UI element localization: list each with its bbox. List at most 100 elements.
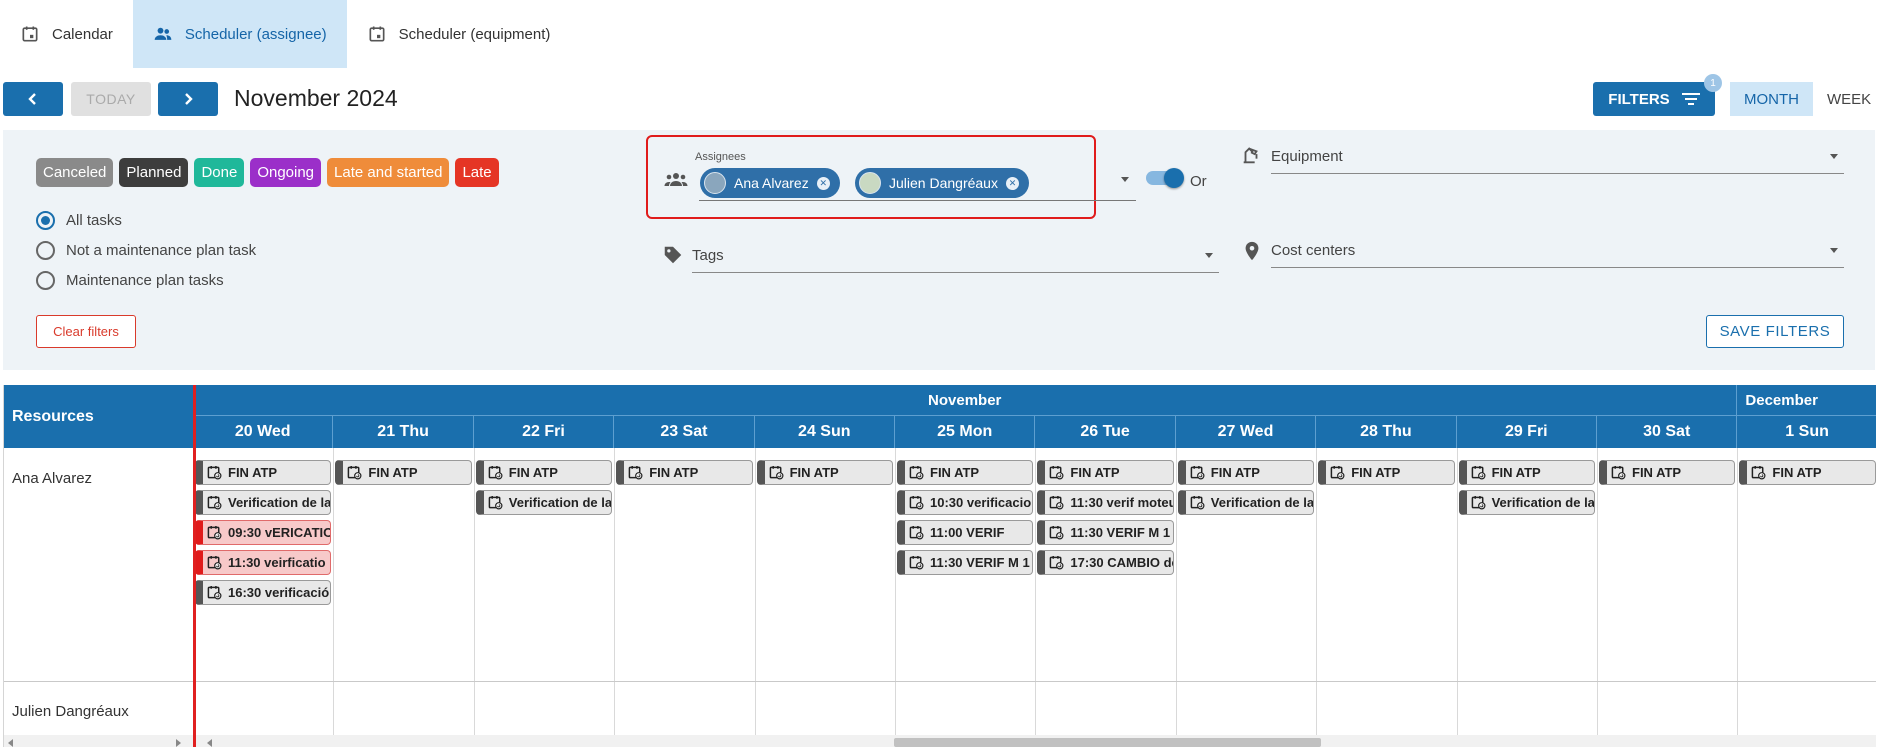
task-event-label: FIN ATP (930, 465, 980, 480)
assignee-chip-label: Julien Dangréaux (889, 175, 998, 191)
day-header: 24 Sun (754, 415, 895, 448)
task-event[interactable]: 16:30 verificación (195, 580, 332, 605)
cost-centers-select[interactable]: Cost centers (1271, 238, 1844, 268)
task-event[interactable]: 11:30 VERIF M 1 (1037, 520, 1174, 545)
task-event[interactable]: Verification de la p (475, 490, 613, 515)
task-event[interactable]: 17:30 CAMBIO de (1037, 550, 1174, 575)
task-event[interactable]: 11:30 verif moteur (1037, 490, 1174, 515)
today-button[interactable]: TODAY (71, 82, 151, 116)
task-event[interactable]: FIN ATP (1739, 460, 1876, 485)
task-event[interactable]: Verification de la p (195, 490, 332, 515)
equipment-dropdown-caret-icon[interactable] (1830, 154, 1838, 159)
remove-chip-icon[interactable]: ✕ (1005, 176, 1019, 190)
status-chip-ongoing[interactable]: Ongoing (250, 158, 322, 187)
task-event[interactable]: FIN ATP (756, 460, 893, 485)
filters-button[interactable]: FILTERS (1593, 82, 1715, 116)
radio-label: Maintenance plan tasks (66, 271, 224, 289)
remove-chip-icon[interactable]: ✕ (816, 176, 830, 190)
recurring-task-icon (1611, 465, 1626, 480)
status-filter-chips: Canceled Planned Done Ongoing Late and s… (36, 158, 499, 187)
next-button[interactable] (158, 82, 218, 116)
task-event[interactable]: 09:30 vERICATIO (195, 520, 332, 545)
assignee-chip-julien[interactable]: Julien Dangréaux ✕ (855, 168, 1029, 198)
tab-scheduler-assignee[interactable]: Scheduler (assignee) (132, 0, 347, 68)
radio-button[interactable] (36, 240, 55, 260)
filter-icon (1681, 93, 1700, 105)
clear-filters-button[interactable]: Clear filters (36, 315, 136, 348)
month-view-button[interactable]: MONTH (1730, 82, 1813, 116)
chevron-left-icon (28, 93, 36, 105)
day-column-divider (1175, 448, 1177, 738)
recurring-task-icon (628, 465, 643, 480)
scroll-left-arrow-icon[interactable] (8, 739, 13, 747)
task-event[interactable]: FIN ATP (1318, 460, 1455, 485)
filters-label: FILTERS (1608, 90, 1670, 108)
day-header: 29 Fri (1456, 415, 1597, 448)
recurring-task-icon (1190, 465, 1205, 480)
resource-row-divider (4, 681, 1876, 682)
week-view-button[interactable]: WEEK (1813, 82, 1880, 116)
assignees-dropdown-caret-icon[interactable] (1121, 177, 1129, 182)
scroll-right-arrow-icon[interactable] (176, 739, 181, 747)
status-chip-late-and-started[interactable]: Late and started (327, 158, 450, 187)
prev-button[interactable] (3, 82, 63, 116)
status-chip-canceled[interactable]: Canceled (36, 158, 114, 187)
task-event[interactable]: FIN ATP (1599, 460, 1736, 485)
status-chip-done[interactable]: Done (194, 158, 245, 187)
radio-not-maintenance-plan[interactable]: Not a maintenance plan task (36, 235, 256, 265)
people-icon (154, 27, 172, 40)
assignee-chip-ana[interactable]: Ana Alvarez ✕ (700, 168, 840, 198)
status-chip-late[interactable]: Late (455, 158, 499, 187)
horizontal-scrollbar[interactable] (4, 735, 1876, 747)
task-event[interactable]: Verification de la p (1177, 490, 1315, 515)
calendar-icon (22, 26, 38, 42)
recurring-task-icon (1752, 465, 1766, 480)
task-event[interactable]: FIN ATP (1177, 460, 1315, 485)
radio-maintenance-plan[interactable]: Maintenance plan tasks (36, 265, 256, 295)
status-chip-planned[interactable]: Planned (119, 158, 189, 187)
day-column-divider (1597, 448, 1598, 738)
task-event[interactable]: 11:00 VERIF (897, 520, 1034, 545)
task-event-label: FIN ATP (1491, 465, 1541, 480)
cost-centers-dropdown-caret-icon[interactable] (1830, 248, 1838, 253)
scroll-left-arrow-icon[interactable] (207, 739, 212, 747)
task-event[interactable]: FIN ATP (335, 460, 472, 485)
save-filters-button[interactable]: SAVE FILTERS (1706, 315, 1844, 348)
task-event[interactable]: FIN ATP (1037, 460, 1174, 485)
task-event[interactable]: Verification de la p (1458, 490, 1595, 515)
day-header: 27 Wed (1175, 415, 1317, 448)
task-event[interactable]: FIN ATP (616, 460, 753, 485)
month-header-november: November (193, 385, 1738, 415)
task-event[interactable]: FIN ATP (195, 460, 332, 485)
tab-scheduler-equipment[interactable]: Scheduler (equipment) (347, 0, 571, 68)
tags-select[interactable]: Tags (692, 243, 1219, 273)
radio-label: All tasks (66, 211, 122, 229)
toolbar: TODAY November 2024 FILTERS 1 MONTH WEEK (0, 74, 1880, 118)
recurring-task-icon (207, 525, 222, 540)
task-event[interactable]: FIN ATP (1458, 460, 1595, 485)
scrollbar-thumb[interactable] (894, 738, 1321, 747)
task-event[interactable]: FIN ATP (475, 460, 613, 485)
task-event[interactable]: FIN ATP (897, 460, 1034, 485)
equipment-select[interactable]: Equipment (1271, 144, 1844, 174)
task-event[interactable]: 11:30 VERIF M 1 (897, 550, 1034, 575)
assignee-chip-label: Ana Alvarez (734, 175, 809, 191)
equipment-placeholder: Equipment (1271, 148, 1343, 165)
radio-button[interactable] (36, 270, 55, 290)
task-event[interactable]: 10:30 verificacion (897, 490, 1034, 515)
tab-calendar[interactable]: Calendar (0, 0, 133, 68)
tags-dropdown-caret-icon[interactable] (1205, 253, 1213, 258)
today-marker-line (193, 385, 196, 747)
period-title: November 2024 (234, 85, 398, 111)
radio-button[interactable] (36, 210, 55, 230)
day-column-divider (1316, 448, 1318, 738)
task-event-label: FIN ATP (1632, 465, 1682, 480)
recurring-task-icon (909, 495, 924, 510)
day-column-divider (1035, 448, 1037, 738)
radio-all-tasks[interactable]: All tasks (36, 205, 256, 235)
or-toggle-switch[interactable] (1146, 168, 1184, 188)
filter-panel: Canceled Planned Done Ongoing Late and s… (3, 130, 1875, 370)
recurring-task-icon (207, 585, 222, 600)
task-event-label: FIN ATP (1351, 465, 1401, 480)
task-event[interactable]: 11:30 veirficatio n (195, 550, 332, 575)
